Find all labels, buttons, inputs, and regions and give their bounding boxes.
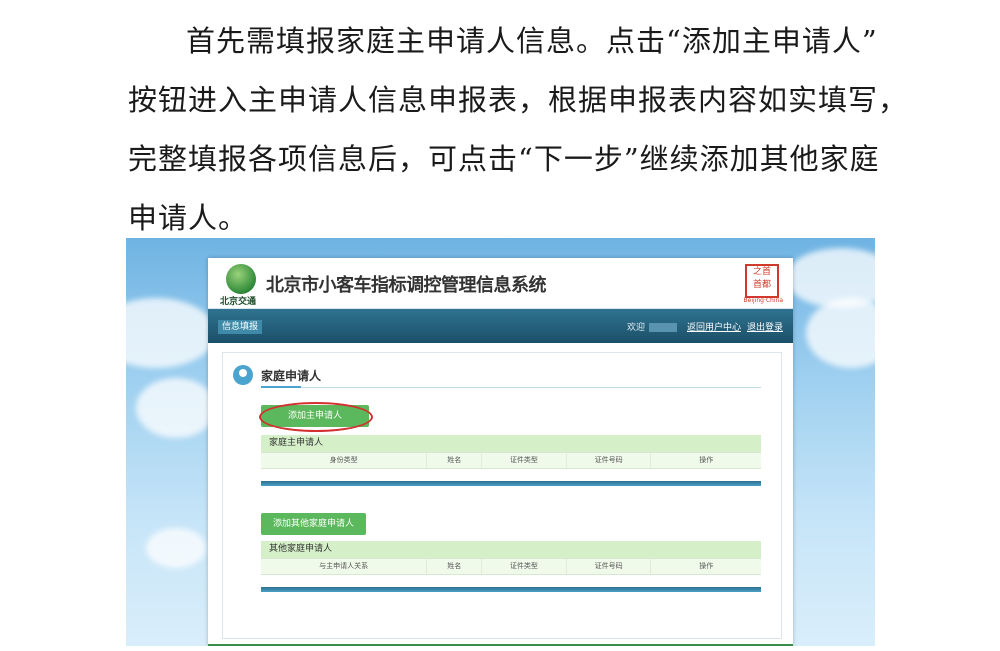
user-links: 欢迎 返回用户中心 退出登录 — [627, 320, 783, 333]
column-header: 证件类型 — [482, 453, 567, 468]
main-content: 家庭申请人 添加主申请人 家庭主申请人 身份类型 姓名 证件类型 证件号码 操作… — [222, 352, 782, 639]
seal-bottom-text: 首都 — [752, 280, 771, 290]
top-nav-bar: 信息填报 欢迎 返回用户中心 退出登录 — [208, 309, 793, 343]
tab-info-filing[interactable]: 信息填报 — [218, 320, 263, 334]
table-title: 其他家庭申请人 — [261, 541, 761, 558]
column-header: 操作 — [699, 562, 714, 570]
column-header: 身份类型 — [261, 453, 428, 468]
column-header: 姓名 — [427, 453, 483, 468]
table-header-row: 与主申请人关系 姓名 证件类型 证件号码 操作 — [261, 558, 761, 575]
column-header: 证件号码 — [567, 453, 652, 468]
other-applicant-table: 其他家庭申请人 与主申请人关系 姓名 证件类型 证件号码 操作 — [261, 541, 761, 592]
masked-username — [648, 323, 677, 332]
logo-text: 北京交通 — [220, 297, 257, 307]
column-header: 证件号码 — [567, 559, 652, 574]
add-other-applicant-button[interactable]: 添加其他家庭申请人 — [261, 513, 367, 535]
app-window: 北京交通 北京市小客车指标调控管理信息系统 之首 首都 Beijing·Chin… — [208, 258, 793, 646]
seal-subtitle: Beijing·China — [743, 297, 783, 304]
seal-top-text: 之首 — [752, 267, 771, 277]
section-title: 家庭申请人 — [261, 369, 322, 383]
table-title: 家庭主申请人 — [261, 435, 761, 452]
beijing-seal-icon: 之首 首都 — [745, 264, 779, 298]
cloud-decoration — [126, 298, 216, 368]
table-footer-bar — [261, 481, 761, 486]
app-header: 北京交通 北京市小客车指标调控管理信息系统 之首 首都 Beijing·Chin… — [208, 258, 793, 309]
footer-divider — [208, 644, 793, 646]
table-header-row: 身份类型 姓名 证件类型 证件号码 操作 — [261, 452, 761, 469]
column-header: 与主申请人关系 — [261, 559, 428, 574]
column-header: 姓名 — [427, 559, 483, 574]
logout-link[interactable]: 退出登录 — [747, 323, 783, 333]
section-divider — [261, 386, 761, 388]
table-footer-bar — [261, 587, 761, 592]
cloud-decoration — [806, 298, 875, 368]
welcome-text: 欢迎 — [626, 323, 645, 333]
column-header: 操作 — [699, 456, 714, 464]
user-icon — [233, 365, 253, 385]
embedded-screenshot: 北京交通 北京市小客车指标调控管理信息系统 之首 首都 Beijing·Chin… — [126, 238, 875, 646]
cloud-decoration — [146, 528, 206, 568]
beijing-transport-logo-icon — [226, 264, 256, 294]
column-header: 证件类型 — [482, 559, 567, 574]
app-title: 北京市小客车指标调控管理信息系统 — [266, 275, 547, 296]
return-user-center-link[interactable]: 返回用户中心 — [687, 323, 741, 333]
instruction-paragraph: 首先需填报家庭主申请人信息。点击“添加主申请人” 按钮进入主申请人信息申报表，根… — [128, 12, 909, 248]
paragraph-line: 完整填报各项信息后，可点击“下一步”继续添加其他家庭 — [128, 142, 880, 176]
main-applicant-table: 家庭主申请人 身份类型 姓名 证件类型 证件号码 操作 — [261, 435, 761, 486]
cloud-decoration — [136, 378, 216, 438]
paragraph-line: 首先需填报家庭主申请人信息。点击“添加主申请人” — [186, 24, 878, 58]
highlight-circle — [259, 402, 373, 432]
paragraph-line: 按钮进入主申请人信息申报表，根据申报表内容如实填写， — [128, 83, 909, 117]
